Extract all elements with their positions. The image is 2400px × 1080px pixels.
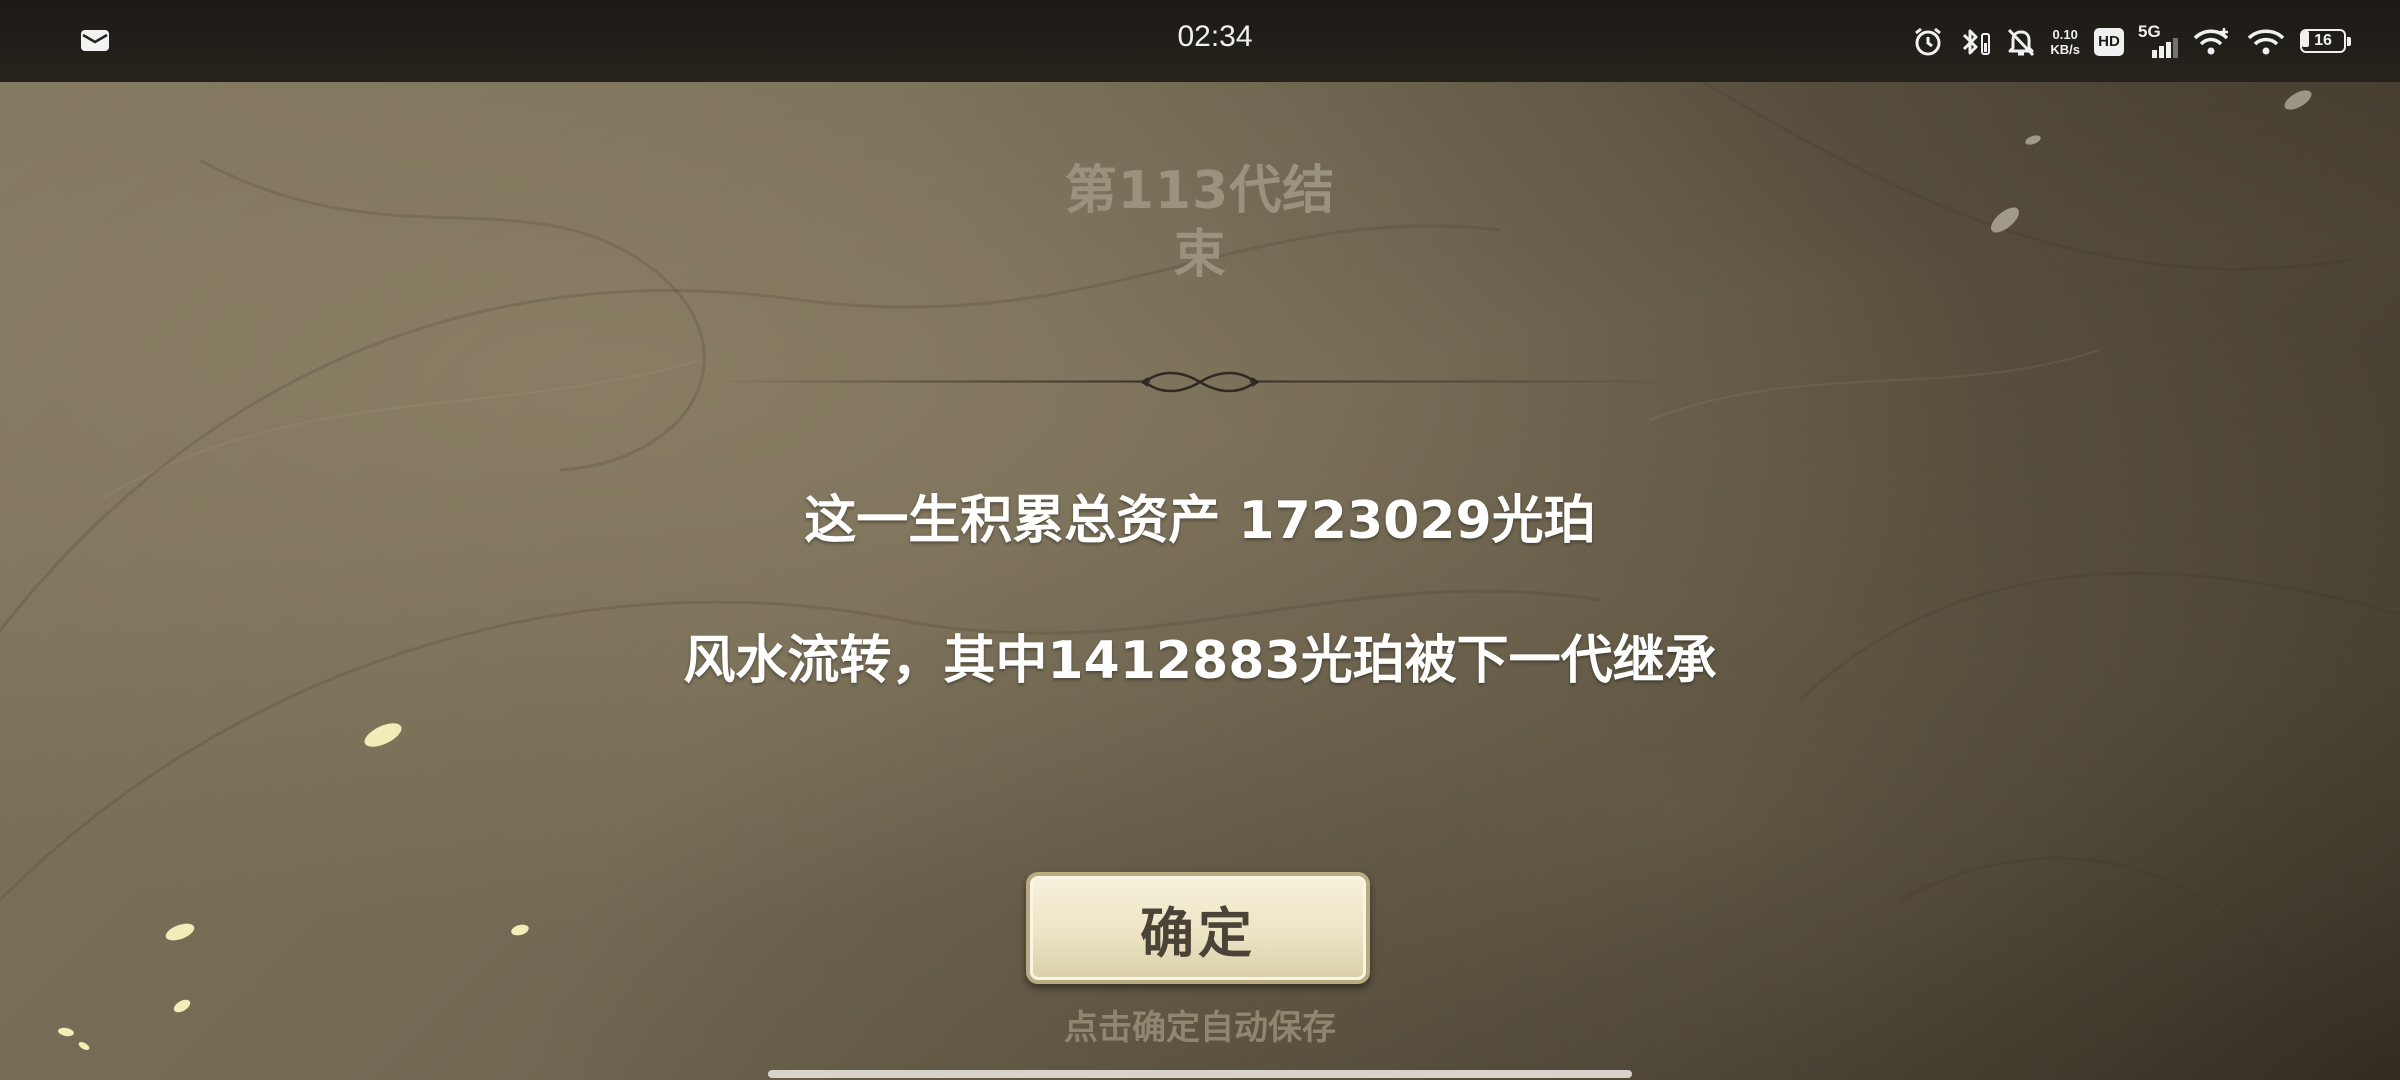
total-assets-message: 这一生积累总资产 1723029光珀 [804,491,1596,551]
hd-icon: HD [2094,28,2124,56]
network-speed: 0.10 KB/s [2050,27,2080,57]
game-screen: 02:34 0.10 KB/s HD 5G 16 第113代结 束 这一生积累总… [0,0,2400,1080]
bluetooth-icon [1963,29,1991,55]
confirm-button[interactable]: 确定 [1026,872,1370,984]
confirm-button-label: 确定 [1140,901,1256,965]
mail-icon [81,30,109,51]
status-bar: 02:34 0.10 KB/s HD 5G 16 [0,0,2400,82]
battery-icon: 16 [2300,29,2352,55]
status-time: 02:34 [1177,20,1253,53]
network-speed-value: 0.10 [2052,27,2078,42]
status-icons: 0.10 KB/s HD 5G 16 [1912,20,2352,64]
hd-badge-label: HD [2098,33,2120,50]
autosave-hint: 点击确定自动保存 [1064,1008,1336,1048]
wifi-calling-icon [2193,28,2229,55]
mute-icon [2008,28,2035,57]
wifi-icon [2247,29,2285,55]
ornamental-divider [710,371,1690,393]
battery-level: 16 [2314,32,2332,49]
signal-icon: 5G [2138,22,2178,60]
alarm-icon [1915,27,1942,56]
home-indicator[interactable] [768,1070,1632,1078]
inheritance-message: 风水流转，其中1412883光珀被下一代继承 [683,631,1717,691]
generation-title-line2: 束 [1173,225,1227,285]
network-speed-unit: KB/s [2050,42,2080,57]
